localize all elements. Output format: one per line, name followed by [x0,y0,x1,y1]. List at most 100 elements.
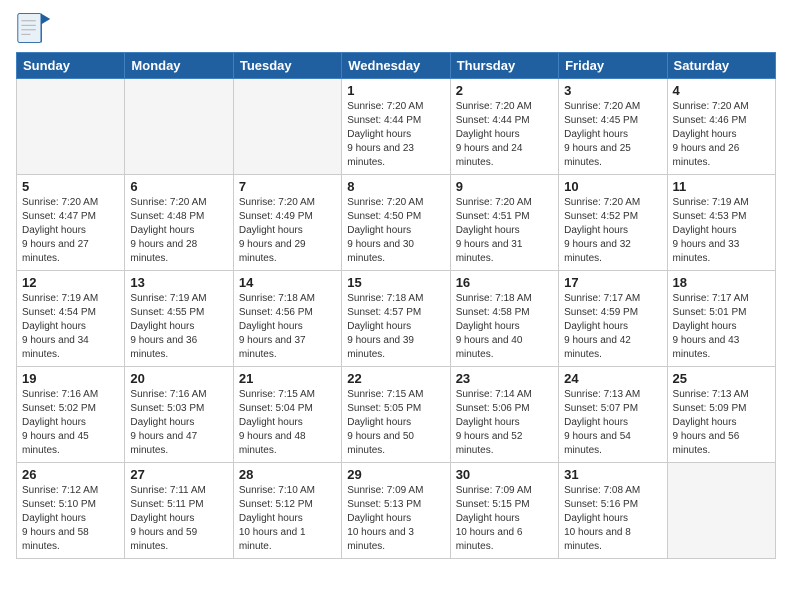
calendar-cell [233,79,341,175]
calendar-cell: 12 Sunrise: 7:19 AMSunset: 4:54 PMDayligh… [17,271,125,367]
calendar-cell: 29 Sunrise: 7:09 AMSunset: 5:13 PMDayligh… [342,463,450,559]
day-number: 7 [239,179,336,194]
day-number: 17 [564,275,661,290]
week-row: 26 Sunrise: 7:12 AMSunset: 5:10 PMDayligh… [17,463,776,559]
calendar-cell: 10 Sunrise: 7:20 AMSunset: 4:52 PMDayligh… [559,175,667,271]
calendar-cell: 8 Sunrise: 7:20 AMSunset: 4:50 PMDaylight… [342,175,450,271]
calendar-cell: 11 Sunrise: 7:19 AMSunset: 4:53 PMDayligh… [667,175,775,271]
day-number: 12 [22,275,119,290]
day-info: Sunrise: 7:20 AMSunset: 4:46 PMDaylight … [673,100,770,170]
day-info: Sunrise: 7:12 AMSunset: 5:10 PMDaylight … [22,484,119,554]
calendar-cell: 2 Sunrise: 7:20 AMSunset: 4:44 PMDaylight… [450,79,558,175]
calendar: Sunday Monday Tuesday Wednesday Thursday… [16,52,776,559]
day-number: 28 [239,467,336,482]
day-info: Sunrise: 7:20 AMSunset: 4:44 PMDaylight … [347,100,444,170]
calendar-cell [17,79,125,175]
day-info: Sunrise: 7:16 AMSunset: 5:03 PMDaylight … [130,388,227,458]
day-number: 18 [673,275,770,290]
day-info: Sunrise: 7:20 AMSunset: 4:45 PMDaylight … [564,100,661,170]
calendar-cell: 15Sunrise: 7:18 AMSunset: 4:57 PMDayligh… [342,271,450,367]
day-info: Sunrise: 7:13 AMSunset: 5:07 PMDaylight … [564,388,661,458]
logo [16,10,56,46]
day-info: Sunrise: 7:17 AMSunset: 4:59 PMDaylight … [564,292,661,362]
day-info: Sunrise: 7:10 AMSunset: 5:12 PMDaylight … [239,484,336,554]
day-info: Sunrise: 7:09 AMSunset: 5:13 PMDaylight … [347,484,444,554]
calendar-cell: 13 Sunrise: 7:19 AMSunset: 4:55 PMDayligh… [125,271,233,367]
day-info: Sunrise: 7:20 AMSunset: 4:48 PMDaylight … [130,196,227,266]
day-info: Sunrise: 7:13 AMSunset: 5:09 PMDaylight … [673,388,770,458]
calendar-cell: 5 Sunrise: 7:20 AMSunset: 4:47 PMDaylight… [17,175,125,271]
day-number: 22 [347,371,444,386]
day-info: Sunrise: 7:20 AMSunset: 4:51 PMDaylight … [456,196,553,266]
calendar-cell: 6 Sunrise: 7:20 AMSunset: 4:48 PMDaylight… [125,175,233,271]
calendar-cell: 30Sunrise: 7:09 AMSunset: 5:15 PMDayligh… [450,463,558,559]
week-row: 12 Sunrise: 7:19 AMSunset: 4:54 PMDayligh… [17,271,776,367]
day-info: Sunrise: 7:15 AMSunset: 5:05 PMDaylight … [347,388,444,458]
calendar-cell: 20 Sunrise: 7:16 AMSunset: 5:03 PMDayligh… [125,367,233,463]
col-sunday: Sunday [17,53,125,79]
day-info: Sunrise: 7:15 AMSunset: 5:04 PMDaylight … [239,388,336,458]
calendar-cell: 23 Sunrise: 7:14 AMSunset: 5:06 PMDayligh… [450,367,558,463]
week-row: 5 Sunrise: 7:20 AMSunset: 4:47 PMDaylight… [17,175,776,271]
day-number: 30 [456,467,553,482]
col-thursday: Thursday [450,53,558,79]
day-number: 19 [22,371,119,386]
day-info: Sunrise: 7:19 AMSunset: 4:55 PMDaylight … [130,292,227,362]
calendar-cell: 4 Sunrise: 7:20 AMSunset: 4:46 PMDaylight… [667,79,775,175]
day-number: 26 [22,467,119,482]
day-number: 3 [564,83,661,98]
calendar-cell: 31Sunrise: 7:08 AMSunset: 5:16 PMDayligh… [559,463,667,559]
calendar-cell: 3 Sunrise: 7:20 AMSunset: 4:45 PMDaylight… [559,79,667,175]
week-row: 1 Sunrise: 7:20 AMSunset: 4:44 PMDaylight… [17,79,776,175]
col-friday: Friday [559,53,667,79]
day-info: Sunrise: 7:17 AMSunset: 5:01 PMDaylight … [673,292,770,362]
day-number: 29 [347,467,444,482]
calendar-cell [667,463,775,559]
day-info: Sunrise: 7:19 AMSunset: 4:54 PMDaylight … [22,292,119,362]
day-info: Sunrise: 7:20 AMSunset: 4:44 PMDaylight … [456,100,553,170]
day-number: 5 [22,179,119,194]
calendar-cell: 19 Sunrise: 7:16 AMSunset: 5:02 PMDayligh… [17,367,125,463]
day-number: 25 [673,371,770,386]
calendar-cell: 17 Sunrise: 7:17 AMSunset: 4:59 PMDayligh… [559,271,667,367]
day-info: Sunrise: 7:16 AMSunset: 5:02 PMDaylight … [22,388,119,458]
calendar-cell: 9Sunrise: 7:20 AMSunset: 4:51 PMDaylight… [450,175,558,271]
calendar-cell: 22 Sunrise: 7:15 AMSunset: 5:05 PMDayligh… [342,367,450,463]
header [16,10,776,46]
logo-icon [16,10,52,46]
calendar-cell [125,79,233,175]
calendar-cell: 14Sunrise: 7:18 AMSunset: 4:56 PMDayligh… [233,271,341,367]
week-row: 19 Sunrise: 7:16 AMSunset: 5:02 PMDayligh… [17,367,776,463]
day-info: Sunrise: 7:14 AMSunset: 5:06 PMDaylight … [456,388,553,458]
day-number: 24 [564,371,661,386]
weekday-header-row: Sunday Monday Tuesday Wednesday Thursday… [17,53,776,79]
col-saturday: Saturday [667,53,775,79]
day-info: Sunrise: 7:18 AMSunset: 4:57 PMDaylight … [347,292,444,362]
day-number: 11 [673,179,770,194]
day-number: 31 [564,467,661,482]
day-info: Sunrise: 7:20 AMSunset: 4:50 PMDaylight … [347,196,444,266]
day-number: 10 [564,179,661,194]
col-monday: Monday [125,53,233,79]
calendar-cell: 1 Sunrise: 7:20 AMSunset: 4:44 PMDaylight… [342,79,450,175]
calendar-cell: 18 Sunrise: 7:17 AMSunset: 5:01 PMDayligh… [667,271,775,367]
day-number: 13 [130,275,227,290]
calendar-cell: 25 Sunrise: 7:13 AMSunset: 5:09 PMDayligh… [667,367,775,463]
day-number: 23 [456,371,553,386]
col-tuesday: Tuesday [233,53,341,79]
day-number: 1 [347,83,444,98]
day-info: Sunrise: 7:20 AMSunset: 4:49 PMDaylight … [239,196,336,266]
day-number: 21 [239,371,336,386]
calendar-cell: 24 Sunrise: 7:13 AMSunset: 5:07 PMDayligh… [559,367,667,463]
calendar-cell: 28 Sunrise: 7:10 AMSunset: 5:12 PMDayligh… [233,463,341,559]
day-number: 6 [130,179,227,194]
day-info: Sunrise: 7:19 AMSunset: 4:53 PMDaylight … [673,196,770,266]
day-info: Sunrise: 7:20 AMSunset: 4:52 PMDaylight … [564,196,661,266]
day-number: 2 [456,83,553,98]
day-number: 4 [673,83,770,98]
page: Sunday Monday Tuesday Wednesday Thursday… [0,0,792,575]
calendar-cell: 21 Sunrise: 7:15 AMSunset: 5:04 PMDayligh… [233,367,341,463]
day-number: 20 [130,371,227,386]
day-info: Sunrise: 7:20 AMSunset: 4:47 PMDaylight … [22,196,119,266]
day-number: 8 [347,179,444,194]
